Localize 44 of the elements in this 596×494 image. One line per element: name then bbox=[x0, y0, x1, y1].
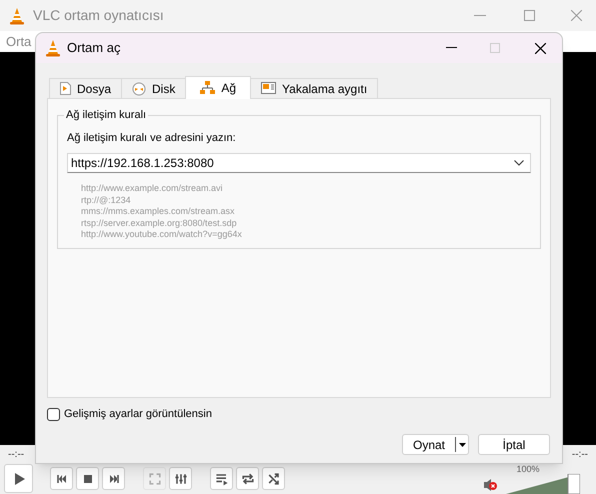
loop-icon bbox=[240, 470, 256, 486]
checkbox[interactable] bbox=[47, 408, 60, 420]
total-time: --:-- bbox=[572, 448, 588, 462]
tab[interactable]: Dosya bbox=[49, 78, 122, 98]
minimize-icon[interactable] bbox=[446, 47, 457, 49]
volume-slider[interactable] bbox=[506, 474, 580, 494]
maximize-icon[interactable] bbox=[524, 10, 535, 21]
group-title: Ağ iletişim kuralı bbox=[64, 108, 148, 122]
mute-icon[interactable] bbox=[484, 478, 498, 490]
example-url: rtsp://server.example.org:8080/test.sdp bbox=[81, 218, 238, 229]
playlist-button[interactable] bbox=[210, 467, 233, 490]
tab[interactable]: Yakalama aygıtı bbox=[250, 78, 378, 98]
close-icon[interactable] bbox=[535, 42, 546, 54]
example-url: mms://mms.examples.com/stream.asx bbox=[81, 206, 236, 218]
window-title: VLC ortam oynatıcısı bbox=[33, 6, 164, 25]
url-combo-box[interactable]: https://192.168.1.253:8080 bbox=[67, 153, 531, 173]
fullscreen-icon bbox=[146, 470, 162, 486]
stop-button[interactable] bbox=[76, 467, 99, 490]
cone-icon bbox=[9, 6, 25, 24]
dialog-title: Ortam aç bbox=[67, 39, 120, 58]
example-url: http://www.example.com/stream.avi bbox=[81, 183, 224, 194]
equalizer-button[interactable] bbox=[169, 467, 192, 490]
disc-icon bbox=[132, 82, 146, 96]
previous-button[interactable] bbox=[50, 467, 73, 490]
network-icon bbox=[200, 81, 216, 95]
cancel-button[interactable]: İptal bbox=[478, 434, 550, 455]
play-button[interactable] bbox=[4, 464, 33, 493]
field-label: Ağ iletişim kuralı ve adresini yazın: bbox=[67, 131, 237, 145]
volume-reading: 100% bbox=[516, 464, 540, 474]
tab[interactable]: Ağ bbox=[185, 76, 252, 99]
maximize-icon bbox=[490, 43, 500, 53]
elapsed-time: --:-- bbox=[8, 448, 24, 462]
play-split-button[interactable]: Oynat bbox=[402, 434, 469, 455]
shuffle-button[interactable] bbox=[262, 467, 285, 490]
tab[interactable]: Disk bbox=[121, 78, 186, 98]
loop-button[interactable] bbox=[236, 467, 259, 490]
menu-item[interactable]: Orta bbox=[6, 32, 32, 52]
cone-icon bbox=[45, 39, 61, 57]
next-button[interactable] bbox=[102, 467, 125, 490]
document-icon bbox=[60, 82, 71, 95]
capture-card-icon bbox=[261, 82, 276, 95]
example-url: rtp://@:1234 bbox=[81, 194, 132, 206]
example-url: http://www.youtube.com/watch?v=gg64x bbox=[81, 229, 243, 240]
checkbox-label: Gelişmiş ayarlar görüntülensin bbox=[64, 406, 212, 422]
